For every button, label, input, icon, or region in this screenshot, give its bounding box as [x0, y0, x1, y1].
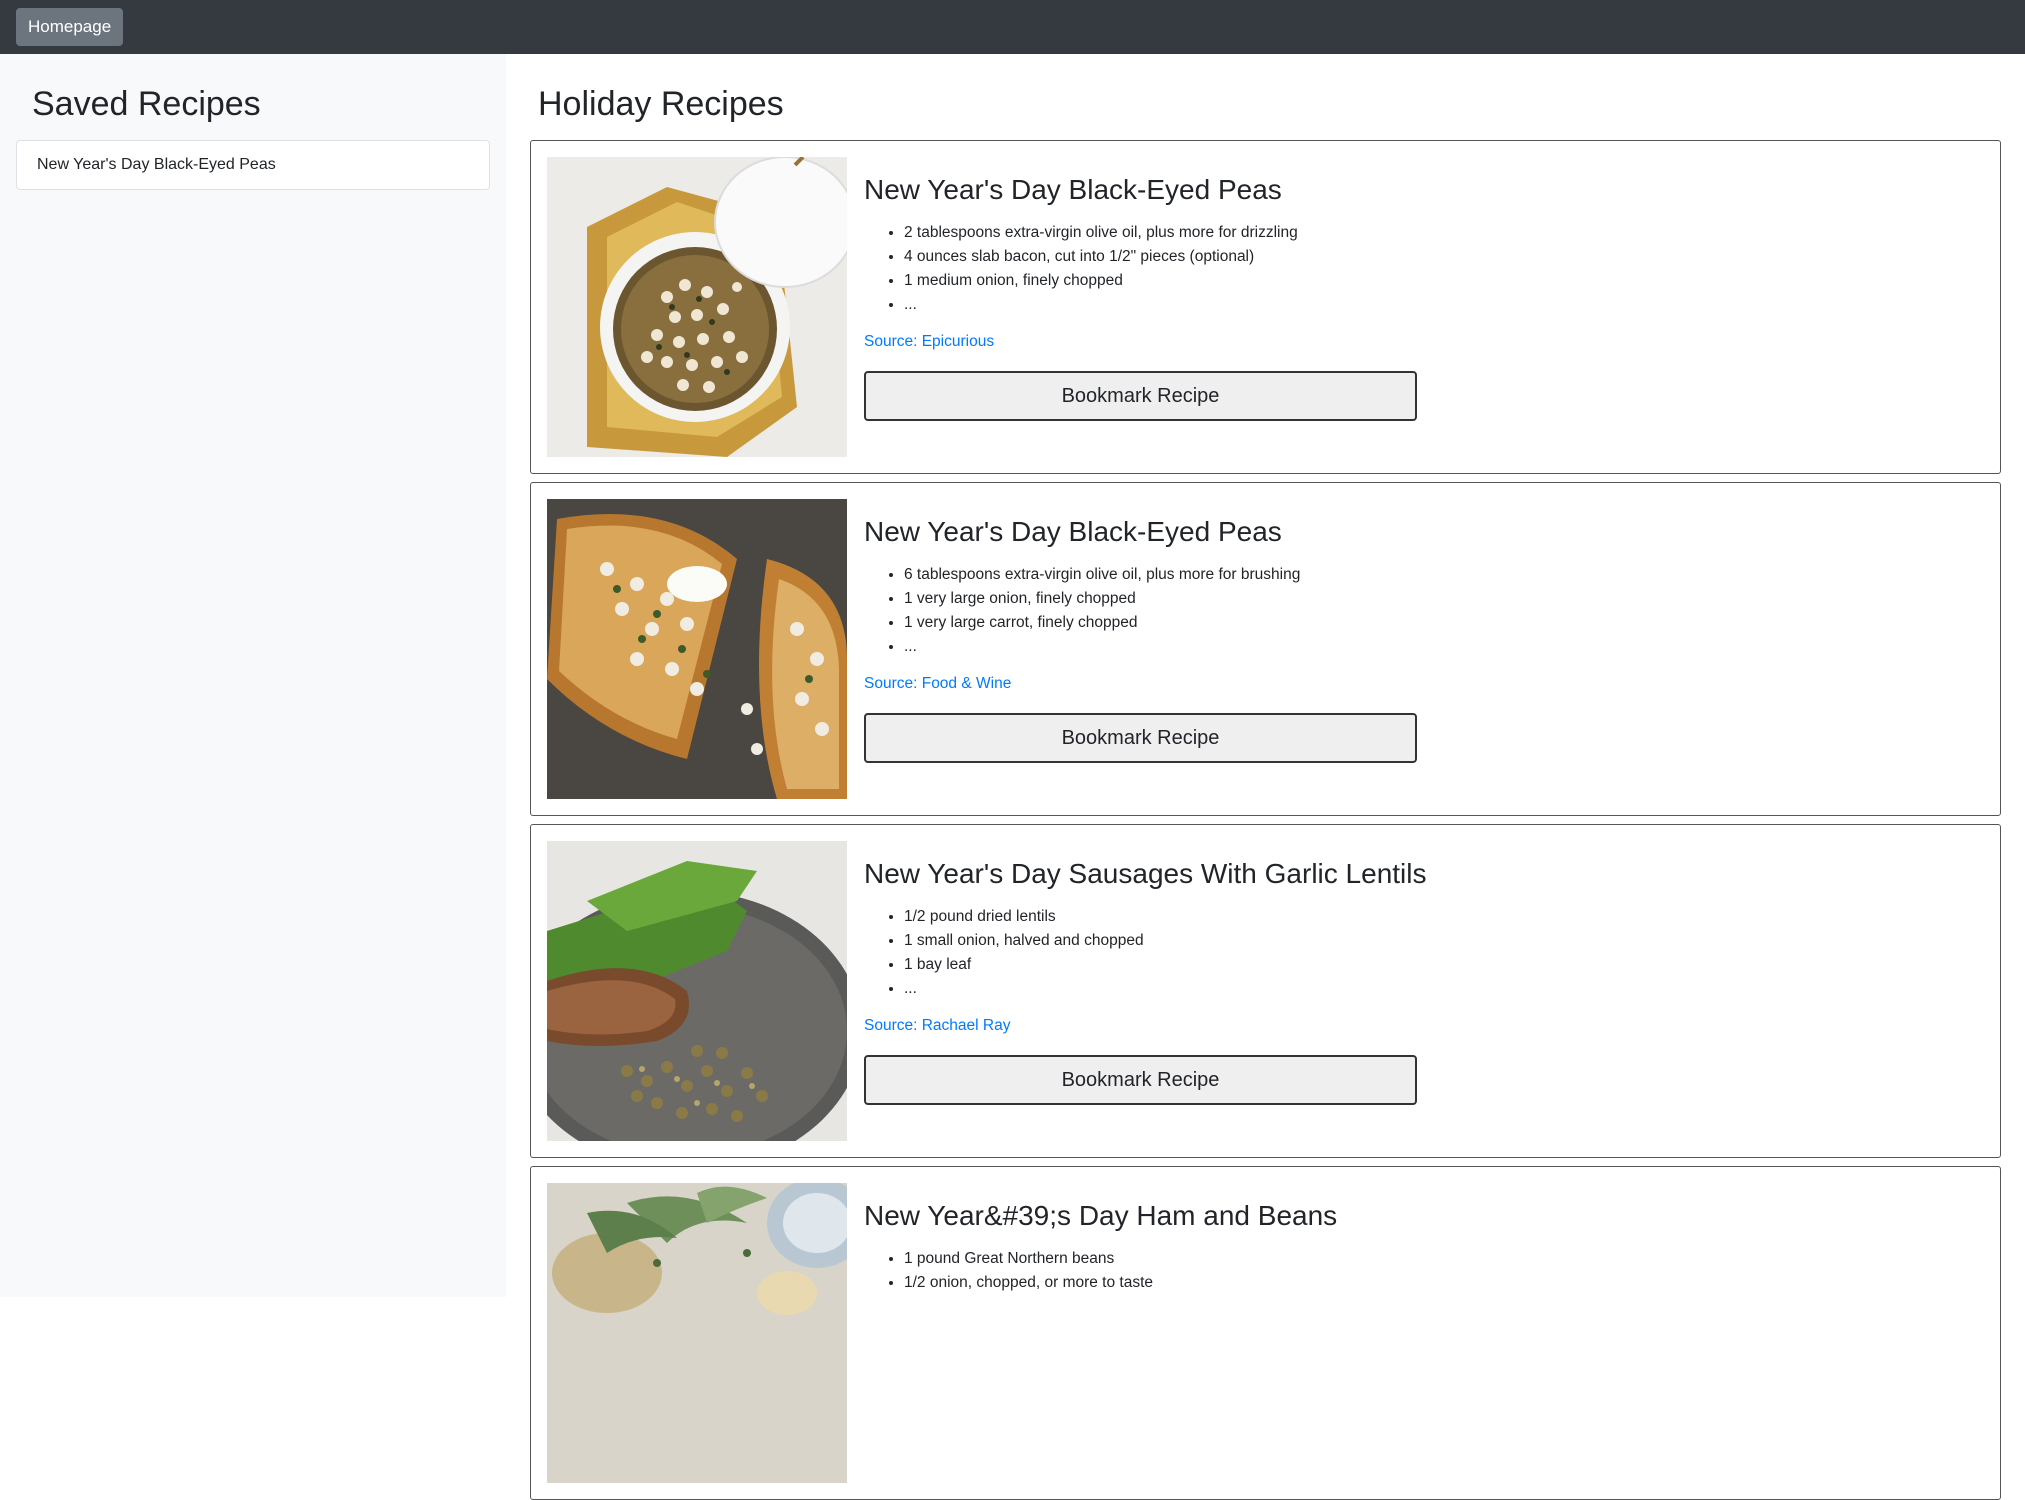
ingredient-item: 1 small onion, halved and chopped [904, 929, 1144, 953]
ingredient-item: 1 pound Great Northern beans [904, 1247, 1153, 1271]
recipe-source-link[interactable]: Source: Food & Wine [864, 675, 1011, 693]
ingredient-list: 2 tablespoons extra-virgin olive oil, pl… [904, 221, 1298, 317]
recipe-title: New Year's Day Black-Eyed Peas [864, 516, 1282, 547]
recipe-card: New Year&#39;s Day Ham and Beans 1 pound… [530, 1166, 2001, 1500]
recipe-title: New Year's Day Black-Eyed Peas [864, 174, 1282, 205]
saved-recipe-item[interactable]: New Year's Day Black-Eyed Peas [16, 140, 490, 190]
ingredient-list: 1 pound Great Northern beans 1/2 onion, … [904, 1247, 1153, 1295]
ingredient-list: 1/2 pound dried lentils 1 small onion, h… [904, 905, 1144, 1001]
ingredient-item: ... [904, 635, 1300, 659]
ingredient-item: 1/2 pound dried lentils [904, 905, 1144, 929]
bookmark-recipe-button[interactable]: Bookmark Recipe [864, 371, 1417, 421]
ingredient-item: 2 tablespoons extra-virgin olive oil, pl… [904, 221, 1298, 245]
recipe-card: New Year's Day Black-Eyed Peas 2 tablesp… [530, 140, 2001, 474]
saved-recipes-sidebar: Saved Recipes New Year's Day Black-Eyed … [0, 54, 506, 1297]
ingredient-item: 1 medium onion, finely chopped [904, 269, 1298, 293]
recipe-card: New Year's Day Black-Eyed Peas 6 tablesp… [530, 482, 2001, 816]
recipe-source-link[interactable]: Source: Epicurious [864, 333, 994, 351]
ingredient-item: 6 tablespoons extra-virgin olive oil, pl… [904, 563, 1300, 587]
recipe-title: New Year's Day Sausages With Garlic Lent… [864, 858, 1427, 889]
ingredient-item: ... [904, 977, 1144, 1001]
ingredient-list: 6 tablespoons extra-virgin olive oil, pl… [904, 563, 1300, 659]
saved-recipes-title: Saved Recipes [32, 85, 261, 123]
bookmark-recipe-button[interactable]: Bookmark Recipe [864, 713, 1417, 763]
ingredient-item: 1 bay leaf [904, 953, 1144, 977]
homepage-button[interactable]: Homepage [16, 8, 124, 46]
ingredient-item: 1 very large onion, finely chopped [904, 587, 1300, 611]
ingredient-item: 1 very large carrot, finely chopped [904, 611, 1300, 635]
ingredient-item: 1/2 onion, chopped, or more to taste [904, 1271, 1153, 1295]
top-navbar: Homepage [0, 0, 2025, 54]
recipe-image [547, 499, 847, 799]
recipe-image [547, 157, 847, 457]
recipe-image [547, 1183, 847, 1483]
recipe-card: New Year's Day Sausages With Garlic Lent… [530, 824, 2001, 1158]
ingredient-item: ... [904, 293, 1298, 317]
ingredient-item: 4 ounces slab bacon, cut into 1/2" piece… [904, 245, 1298, 269]
holiday-recipes-title: Holiday Recipes [538, 85, 784, 123]
bookmark-recipe-button[interactable]: Bookmark Recipe [864, 1055, 1417, 1105]
recipe-title: New Year&#39;s Day Ham and Beans [864, 1200, 1338, 1231]
recipe-source-link[interactable]: Source: Rachael Ray [864, 1017, 1010, 1035]
recipe-image [547, 841, 847, 1141]
